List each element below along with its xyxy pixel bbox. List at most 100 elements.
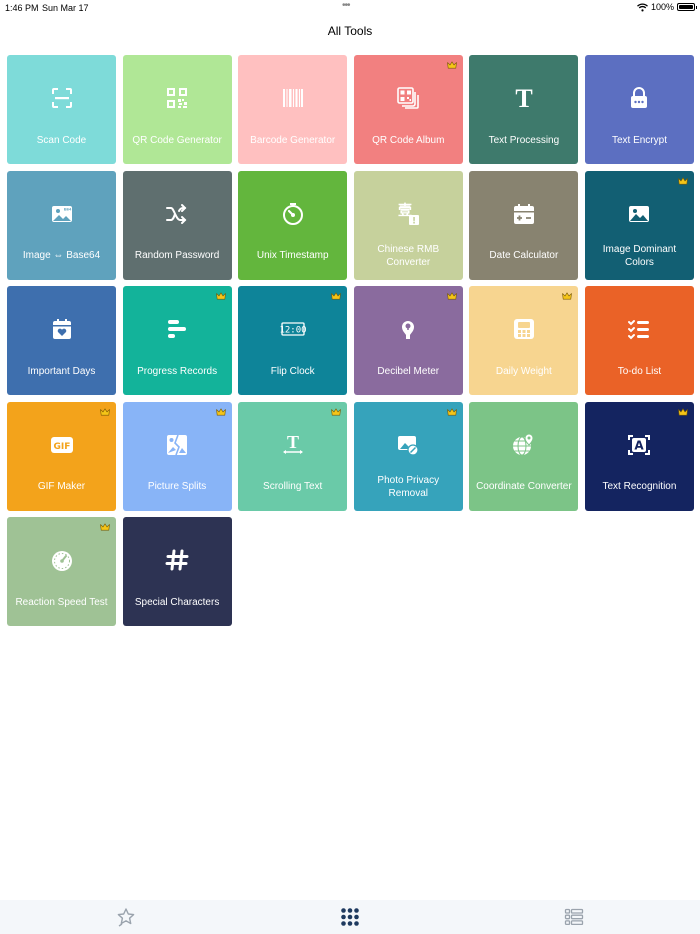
- svg-text:B64: B64: [63, 206, 71, 211]
- tool-tile-rmb[interactable]: 壹! Chinese RMB Converter: [353, 170, 463, 280]
- scan-code-icon: [7, 87, 116, 109]
- tool-tile-gif[interactable]: GIF GIF Maker: [7, 401, 116, 511]
- premium-crown-icon: [100, 523, 110, 531]
- wifi-icon: [637, 2, 648, 11]
- tool-tile-globe-pin[interactable]: Coordinate Converter: [469, 401, 579, 511]
- premium-crown-icon: [562, 292, 573, 300]
- tool-label: GIF Maker: [37, 481, 86, 493]
- tool-label: Chinese RMB Converter: [377, 243, 440, 268]
- list-icon: [564, 908, 584, 926]
- tool-tile-qr-code[interactable]: QR Code Generator: [122, 55, 232, 164]
- checklist-icon: [585, 318, 694, 340]
- tool-tile-shuffle[interactable]: Random Password: [122, 170, 232, 280]
- hash-icon: [123, 549, 232, 571]
- status-right: 100%: [637, 2, 697, 12]
- tool-tile-scan-code[interactable]: Scan Code: [7, 55, 116, 164]
- tool-label: Date Calculator: [489, 250, 559, 262]
- decibel-icon: [354, 318, 463, 340]
- tool-label: Daily Weight: [495, 365, 552, 377]
- lock-icon: [585, 87, 694, 109]
- tool-tile-clock-display[interactable]: 12:00 Flip Clock: [238, 286, 348, 396]
- tool-label: Reaction Speed Test: [15, 596, 108, 608]
- tool-label: Scrolling Text: [263, 481, 323, 493]
- progress-bars-icon: [123, 318, 232, 340]
- tool-tile-lock[interactable]: Text Encrypt: [584, 55, 694, 164]
- shuffle-icon: [123, 203, 232, 225]
- tool-tile-checklist[interactable]: To-do List: [584, 286, 694, 396]
- premium-crown-icon: [446, 408, 457, 416]
- premium-crown-icon: [678, 177, 688, 185]
- page-title: All Tools: [327, 24, 373, 38]
- premium-crown-icon: [678, 408, 688, 416]
- tool-tile-calendar-heart[interactable]: Important Days: [7, 286, 116, 396]
- premium-crown-icon: [446, 292, 457, 300]
- tool-tile-picture-split[interactable]: Picture Splits: [122, 401, 232, 511]
- tool-tile-image-colors[interactable]: Image Dominant Colors: [584, 170, 694, 280]
- tool-tile-scale[interactable]: Daily Weight: [469, 286, 579, 396]
- premium-crown-icon: [331, 408, 341, 416]
- premium-crown-icon: [215, 408, 226, 416]
- tool-label: Unix Timestamp: [256, 250, 329, 262]
- globe-pin-icon: [469, 433, 578, 456]
- tool-tile-text-recognition[interactable]: A Text Recognition: [584, 401, 694, 511]
- rmb-icon: 壹!: [354, 202, 463, 226]
- favorites-star-icon: [117, 908, 135, 927]
- svg-text:T: T: [287, 432, 299, 452]
- tool-tile-image-base64[interactable]: B64 Image ⇔ Base64: [7, 170, 116, 280]
- tool-label: Coordinate Converter: [476, 481, 572, 493]
- tool-label: Text Processing: [488, 134, 560, 146]
- image-base64-icon: B64: [7, 203, 116, 225]
- timer-icon: [238, 202, 347, 225]
- scale-icon: [469, 318, 578, 340]
- multitasking-dots-icon[interactable]: •••: [342, 0, 350, 11]
- tool-label: Picture Splits: [147, 481, 207, 493]
- tab-list[interactable]: [562, 906, 586, 928]
- premium-crown-icon: [100, 408, 110, 416]
- svg-text:GIF: GIF: [53, 442, 70, 452]
- all-tools-grid-icon: [341, 908, 359, 926]
- tool-label: Flip Clock: [270, 365, 315, 377]
- tool-tile-timer[interactable]: Unix Timestamp: [238, 170, 348, 280]
- tab-bar: [0, 900, 700, 934]
- photo-privacy-icon: [354, 434, 463, 456]
- svg-text:T: T: [515, 84, 532, 113]
- tool-label: Scan Code: [36, 134, 87, 146]
- text-t-icon: T: [469, 84, 578, 113]
- tool-tile-scrolling-text[interactable]: T Scrolling Text: [238, 401, 348, 511]
- calendar-calc-icon: [469, 203, 578, 225]
- tool-label: Text Encrypt: [611, 134, 667, 146]
- tool-label: Image ⇔ Base64: [22, 250, 101, 262]
- tool-tile-qr-album[interactable]: QR Code Album: [353, 55, 463, 164]
- tool-tile-photo-privacy[interactable]: Photo Privacy Removal: [353, 401, 463, 511]
- tool-label: Important Days: [27, 365, 96, 377]
- premium-crown-icon: [215, 292, 226, 300]
- tool-tile-hash[interactable]: Special Characters: [122, 517, 232, 627]
- clock-display-icon: 12:00: [238, 318, 347, 340]
- speed-dial-icon: [7, 549, 116, 572]
- tool-label: Text Recognition: [602, 481, 677, 493]
- tab-favorites[interactable]: [114, 906, 138, 928]
- tool-tile-text-t[interactable]: T Text Processing: [469, 55, 579, 164]
- tool-label: Image Dominant Colors: [602, 243, 677, 268]
- tool-label: Special Characters: [134, 596, 220, 608]
- premium-crown-icon: [446, 61, 457, 69]
- tool-label: QR Code Album: [372, 134, 445, 146]
- tool-label: Barcode Generator: [250, 134, 336, 146]
- tab-all-tools[interactable]: [338, 906, 362, 928]
- status-time: 1:46 PM: [5, 3, 39, 13]
- tool-tile-calendar-calc[interactable]: Date Calculator: [469, 170, 579, 280]
- tools-grid: Scan Code QR Code Generator Barcode Genera…: [7, 55, 694, 627]
- image-colors-icon: [585, 203, 694, 225]
- status-date: Sun Mar 17: [42, 3, 89, 13]
- text-recognition-icon: A: [585, 434, 694, 456]
- tool-tile-barcode[interactable]: Barcode Generator: [238, 55, 348, 164]
- tool-tile-decibel[interactable]: Decibel Meter: [353, 286, 463, 396]
- tool-tile-speed-dial[interactable]: Reaction Speed Test: [7, 517, 116, 627]
- calendar-heart-icon: [7, 318, 116, 340]
- qr-album-icon: [354, 87, 463, 109]
- premium-crown-icon: [331, 292, 341, 300]
- tool-tile-progress-bars[interactable]: Progress Records: [122, 286, 232, 396]
- gif-icon: GIF: [7, 434, 116, 456]
- svg-text:A: A: [635, 438, 645, 452]
- tool-label: Photo Privacy Removal: [377, 474, 440, 499]
